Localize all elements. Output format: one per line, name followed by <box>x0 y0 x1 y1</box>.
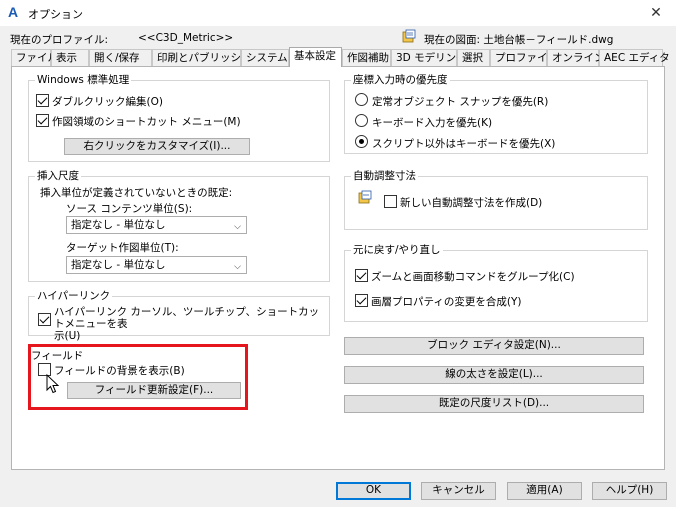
profile-label: 現在のプロファイル: <box>10 34 109 46</box>
group-zoom-pan-label: ズームと画面移動コマンドをグループ化(C) <box>371 271 575 283</box>
target-units-select[interactable]: 指定なし - 単位なし ⌵ <box>66 256 247 274</box>
keyboard-priority-label: キーボード入力を優先(K) <box>372 117 493 129</box>
tab-open-save[interactable]: 開く/保存 <box>89 49 152 66</box>
chevron-down-icon: ⌵ <box>234 262 241 272</box>
customize-right-click-button[interactable]: 右クリックをカスタマイズ(I)... <box>64 138 250 155</box>
new-associative-dim-label: 新しい自動調整寸法を作成(D) <box>400 197 543 209</box>
chevron-down-icon: ⌵ <box>234 222 241 232</box>
combine-layer-props-checkbox[interactable] <box>355 294 368 307</box>
group-zoom-pan-checkbox[interactable] <box>355 269 368 282</box>
hyperlink-display-checkbox[interactable] <box>38 313 51 326</box>
group-title: ハイパーリンク <box>35 290 113 303</box>
combine-layer-props-label: 画層プロパティの変更を合成(Y) <box>371 296 522 308</box>
current-drawing-label: 現在の図面: 土地台帳－フィールド.dwg <box>424 34 614 46</box>
default-scale-list-button[interactable]: 既定の尺度リスト(D)... <box>344 395 644 413</box>
hyperlink-label-line1: ハイパーリンク カーソル、ツールチップ、ショートカットメニューを表 <box>54 306 320 330</box>
profile-value: <<C3D_Metric>> <box>138 32 234 44</box>
group-title: 元に戻す/やり直し <box>351 244 443 257</box>
source-units-value: 指定なし - 単位なし <box>71 219 166 231</box>
double-click-checkbox[interactable] <box>36 94 49 107</box>
title-bar <box>0 0 676 26</box>
tab-aec-editor[interactable]: AEC エディタ <box>599 49 670 66</box>
tab-3d-modeling[interactable]: 3D モデリング <box>391 49 467 66</box>
tab-selection[interactable]: 選択 <box>457 49 490 66</box>
source-units-label: ソース コンテンツ単位(S): <box>66 203 193 215</box>
block-editor-settings-button[interactable]: ブロック エディタ設定(N)... <box>344 337 644 355</box>
hyperlink-display-label: ハイパーリンク カーソル、ツールチップ、ショートカットメニューを表 示(U) <box>54 306 324 342</box>
target-units-value: 指定なし - 単位なし <box>71 259 166 271</box>
target-units-label: ターゲット作図単位(T): <box>66 242 179 254</box>
tab-profiles[interactable]: プロファイル <box>490 49 558 66</box>
group-title: 挿入尺度 <box>35 170 81 183</box>
ok-button[interactable]: OK <box>336 482 411 500</box>
osnap-priority-radio[interactable] <box>355 93 368 106</box>
keyboard-except-scripts-radio[interactable] <box>355 135 368 148</box>
tab-bar: ファイル 表示 開く/保存 印刷とパブリッシュ システム 基本設定 作図補助 3… <box>11 47 670 67</box>
osnap-priority-label: 定常オブジェクト スナップを優先(R) <box>372 96 549 108</box>
cancel-button[interactable]: キャンセル <box>421 482 496 500</box>
tab-user-preferences[interactable]: 基本設定 <box>289 47 342 67</box>
help-button[interactable]: ヘルプ(H) <box>592 482 667 500</box>
close-button[interactable]: ✕ <box>644 2 668 24</box>
dimension-icon <box>358 190 372 204</box>
mouse-cursor-icon <box>46 374 60 394</box>
group-title: 座標入力時の優先度 <box>351 74 450 87</box>
tab-file[interactable]: ファイル <box>11 49 58 66</box>
tab-drafting[interactable]: 作図補助 <box>342 49 391 66</box>
tab-online[interactable]: オンライン <box>547 49 605 66</box>
new-associative-dim-checkbox[interactable] <box>384 195 397 208</box>
hyperlink-label-line2: 示(U) <box>54 330 81 342</box>
keyboard-except-scripts-label: スクリプト以外はキーボードを優先(X) <box>372 138 556 150</box>
insertion-default-label: 挿入単位が定義されていないときの既定: <box>40 187 233 199</box>
red-highlight-box <box>28 344 248 410</box>
window-title: オプション <box>28 8 83 21</box>
autocad-logo-icon: A <box>8 4 19 20</box>
group-title: 自動調整寸法 <box>351 170 418 183</box>
shortcut-menu-checkbox[interactable] <box>36 114 49 127</box>
lineweight-settings-button[interactable]: 線の太さを設定(L)... <box>344 366 644 384</box>
group-title: Windows 標準処理 <box>35 74 132 87</box>
keyboard-priority-radio[interactable] <box>355 114 368 127</box>
tab-plot-publish[interactable]: 印刷とパブリッシュ <box>152 49 252 66</box>
shortcut-menu-label: 作図領域のショートカット メニュー(M) <box>52 116 241 128</box>
source-units-select[interactable]: 指定なし - 単位なし ⌵ <box>66 216 247 234</box>
undo-redo-group: 元に戻す/やり直し <box>344 244 648 322</box>
tab-system[interactable]: システム <box>241 49 289 66</box>
tab-display[interactable]: 表示 <box>51 49 89 66</box>
drawing-file-icon <box>402 29 416 43</box>
double-click-label: ダブルクリック編集(O) <box>52 96 163 108</box>
apply-button[interactable]: 適用(A) <box>507 482 582 500</box>
